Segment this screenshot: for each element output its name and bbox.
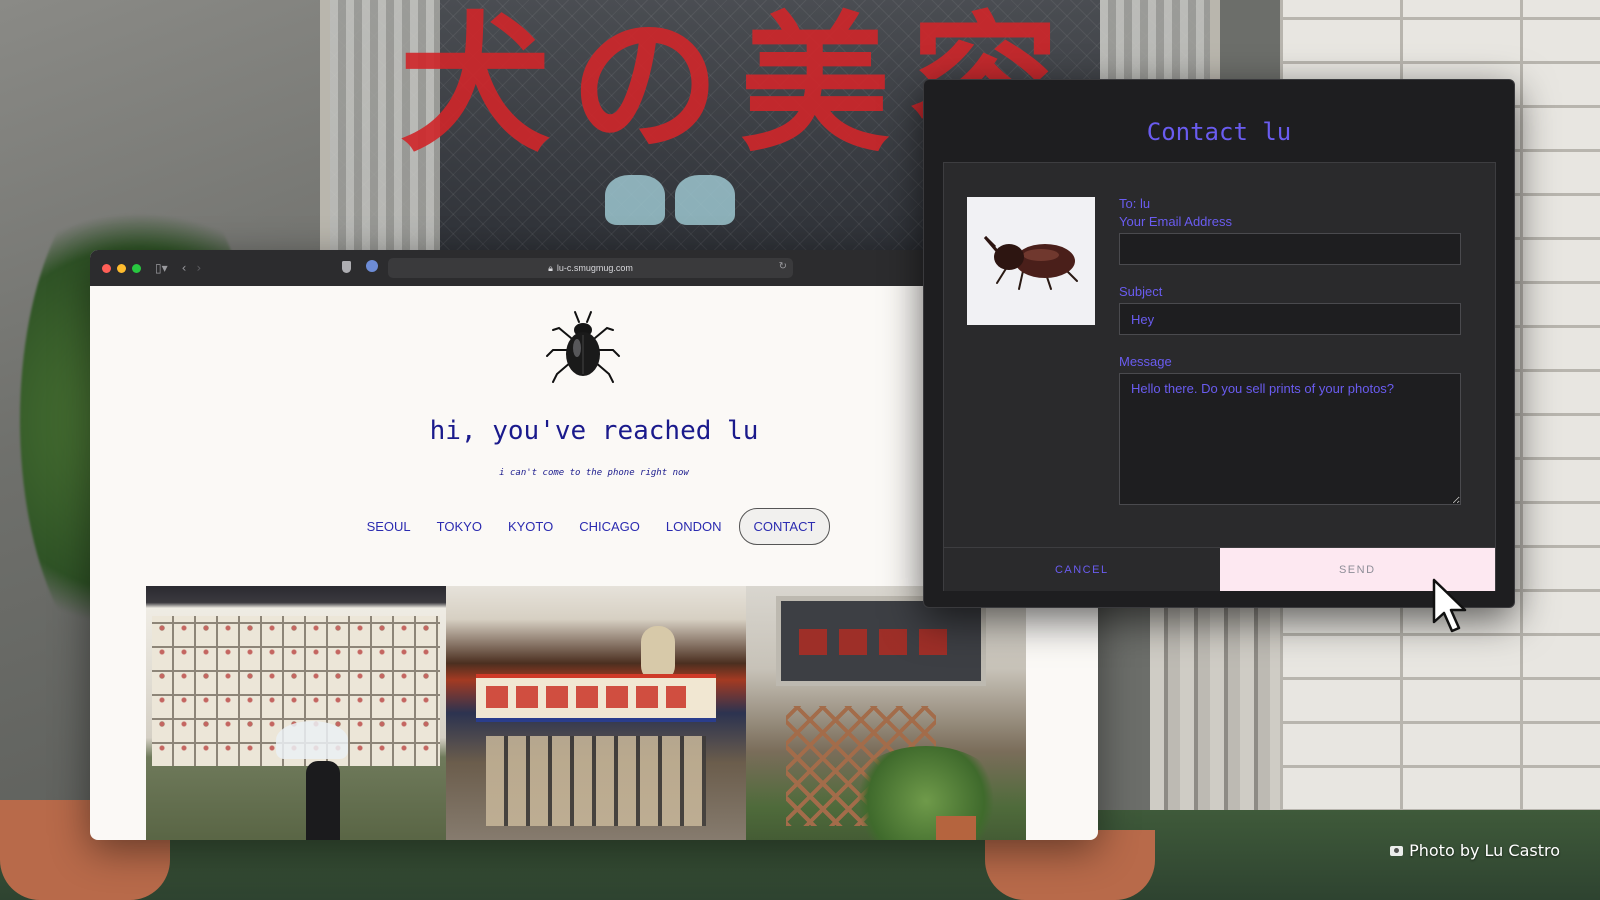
email-field[interactable] [1119,233,1461,265]
modal-actions: CANCEL SEND [944,547,1495,591]
url-text: lu-c.smugmug.com [556,263,633,273]
contact-form: To: lu Your Email Address Subject Messag… [943,162,1496,591]
minimize-window-button[interactable] [117,263,126,273]
avatar [967,197,1095,325]
privacy-report-icon[interactable] [366,260,378,272]
contact-modal: Contact lu To: lu Your Email Address Sub… [923,79,1515,608]
mouse-pointer-icon [1432,578,1467,633]
poodle-decal [605,175,665,225]
nav-item-chicago[interactable]: CHICAGO [570,508,649,545]
email-label: Your Email Address [1119,214,1232,229]
photo-credit: Photo by Lu Castro [1390,841,1560,860]
zoom-window-button[interactable] [132,263,141,273]
nav-item-seoul[interactable]: SEOUL [358,508,420,545]
gallery-photo-seafood-shop[interactable] [446,586,746,840]
lock-icon: 🔒︎ [548,262,553,273]
nav-item-london[interactable]: LONDON [657,508,731,545]
beetle-logo[interactable] [541,308,625,392]
close-window-button[interactable] [102,263,111,273]
poodle-decal [675,175,735,225]
nav-item-contact[interactable]: CONTACT [738,508,831,545]
window-controls [102,263,141,273]
back-arrow-icon[interactable]: ‹ [182,261,187,275]
message-field[interactable]: Hello there. Do you sell prints of your … [1119,373,1461,505]
gallery-photo-shop-window-plants[interactable] [746,586,1026,840]
address-bar[interactable]: 🔒︎ lu-c.smugmug.com ↻ [388,258,793,278]
gallery-photo-sake-barrels[interactable] [146,586,446,840]
sidebar-toggle-icon[interactable]: ▯▾ [155,261,168,275]
to-label: To: lu [1119,196,1151,211]
message-label: Message [1119,354,1172,369]
reload-icon[interactable]: ↻ [779,261,787,272]
background-pot [985,830,1155,900]
cancel-button[interactable]: CANCEL [944,548,1220,591]
nav-item-tokyo[interactable]: TOKYO [428,508,491,545]
forward-arrow-icon[interactable]: › [196,261,201,275]
shield-icon[interactable] [342,261,351,273]
nav-item-kyoto[interactable]: KYOTO [499,508,562,545]
modal-title: Contact lu [1146,118,1292,146]
camera-icon [1390,845,1404,856]
photo-gallery [146,586,1026,840]
subject-label: Subject [1119,284,1163,299]
subject-field[interactable] [1119,303,1461,335]
photo-credit-text: Photo by Lu Castro [1409,841,1560,860]
